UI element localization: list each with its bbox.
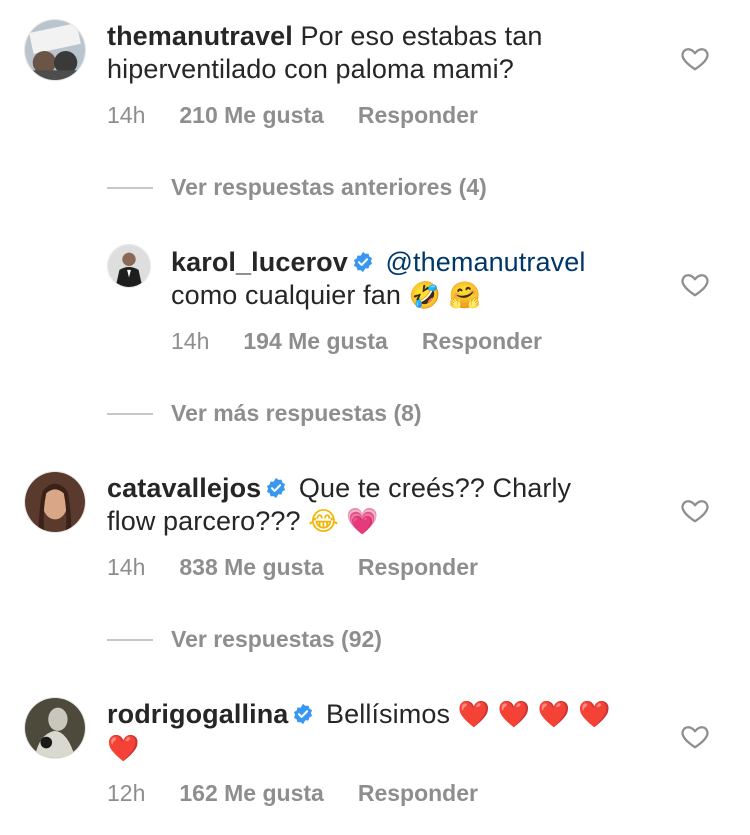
comment-meta: 14h 210 Me gusta Responder	[107, 102, 478, 129]
comment-text: catavallejos Que te creés?? Charly flow …	[107, 472, 571, 539]
like-heart-icon[interactable]	[680, 269, 710, 299]
comment-text-line2: hiperventilado con paloma mami?	[107, 54, 514, 84]
verified-badge-icon	[265, 477, 287, 499]
reply-text-line2: como cualquier fan	[171, 280, 401, 310]
avatar[interactable]	[24, 471, 86, 533]
reply-text: karol_lucerov @themanutravel como cualqu…	[171, 246, 585, 313]
reply-button[interactable]: Responder	[358, 102, 478, 129]
mention-link[interactable]: @themanutravel	[386, 247, 586, 277]
red-heart-emoji-icon: ❤️	[537, 700, 571, 730]
likes-count[interactable]: 194 Me gusta	[243, 328, 387, 355]
like-heart-icon[interactable]	[680, 43, 710, 73]
timestamp: 14h	[171, 328, 210, 354]
rofl-emoji-icon: 🤣	[408, 281, 442, 311]
red-heart-emoji-icon: ❤️	[107, 734, 140, 764]
username[interactable]: karol_lucerov	[171, 247, 348, 277]
comment-meta: 14h 838 Me gusta Responder	[107, 554, 478, 581]
reply-button[interactable]: Responder	[358, 780, 478, 807]
divider-line	[107, 186, 153, 189]
likes-count[interactable]: 838 Me gusta	[179, 554, 323, 581]
comment-text-line1: Por eso estabas tan	[300, 21, 543, 51]
avatar-photo	[25, 472, 85, 532]
red-heart-emoji-icon: ❤️	[457, 700, 491, 730]
comment-text-line2: flow parcero???	[107, 506, 301, 536]
like-heart-icon[interactable]	[680, 495, 710, 525]
divider-line	[107, 412, 153, 415]
view-replies-button[interactable]: Ver respuestas (92)	[107, 626, 382, 653]
comment-text-line1: Que te creés?? Charly	[298, 473, 572, 503]
timestamp: 14h	[107, 554, 146, 580]
timestamp: 12h	[107, 780, 146, 806]
like-heart-icon[interactable]	[680, 721, 710, 751]
avatar-photo	[25, 20, 85, 80]
view-previous-replies-button[interactable]: Ver respuestas anteriores (4)	[107, 174, 487, 201]
username[interactable]: catavallejos	[107, 473, 261, 503]
likes-count[interactable]: 210 Me gusta	[179, 102, 323, 129]
avatar[interactable]	[24, 697, 86, 759]
username[interactable]: themanutravel	[107, 21, 293, 51]
comment-text-line1: Bellísimos	[326, 699, 451, 729]
tears-of-joy-emoji-icon: 😂	[308, 507, 339, 537]
red-heart-emoji-icon: ❤️	[497, 700, 531, 730]
view-previous-replies-label: Ver respuestas anteriores (4)	[171, 174, 487, 200]
growing-heart-emoji-icon: 💗	[346, 507, 379, 537]
avatar-photo	[25, 698, 85, 758]
view-replies-label: Ver respuestas (92)	[171, 626, 382, 652]
verified-badge-icon	[352, 251, 374, 273]
timestamp: 14h	[107, 102, 146, 128]
verified-badge-icon	[292, 703, 314, 725]
reply-meta: 14h 194 Me gusta Responder	[171, 328, 542, 355]
comment-text: themanutravel Por eso estabas tan hiperv…	[107, 20, 543, 86]
hugging-emoji-icon: 🤗	[448, 281, 482, 311]
avatar[interactable]	[107, 244, 151, 288]
reply-button[interactable]: Responder	[358, 554, 478, 581]
divider-line	[107, 638, 153, 641]
view-more-replies-button[interactable]: Ver más respuestas (8)	[107, 400, 422, 427]
red-heart-emoji-icon: ❤️	[577, 700, 611, 730]
view-more-replies-label: Ver más respuestas (8)	[171, 400, 422, 426]
comment-text: rodrigogallina Bellísimos ❤️ ❤️ ❤️ ❤️ ❤️	[107, 698, 610, 766]
avatar[interactable]	[24, 19, 86, 81]
likes-count[interactable]: 162 Me gusta	[179, 780, 323, 807]
reply-button[interactable]: Responder	[422, 328, 542, 355]
username[interactable]: rodrigogallina	[107, 699, 288, 729]
avatar-photo	[108, 245, 150, 287]
comment-meta: 12h 162 Me gusta Responder	[107, 780, 478, 807]
